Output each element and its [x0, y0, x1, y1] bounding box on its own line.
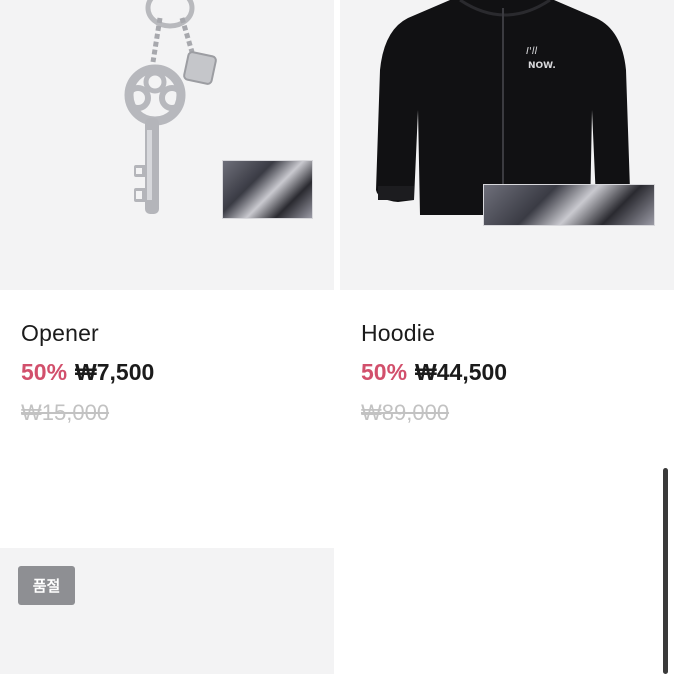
svg-text:I'll: I'll [526, 46, 537, 57]
product-card-opener[interactable]: Opener 50% ₩7,500 ₩15,000 [0, 0, 334, 425]
original-price: ₩15,000 [21, 400, 110, 425]
discount-rate: 50% [361, 359, 408, 385]
hoodie-image: I'll NOW. [376, 0, 630, 215]
product-name[interactable]: Opener [21, 320, 99, 347]
product-name[interactable]: Hoodie [361, 320, 435, 347]
product-image-soldout[interactable]: 품절 [0, 548, 334, 674]
price-row: 50% ₩7,500 [21, 359, 154, 386]
discount-rate: 50% [21, 359, 68, 385]
product-grid: Opener 50% ₩7,500 ₩15,000 I'll NOW. Hood… [0, 0, 674, 674]
price-row: 50% ₩44,500 [361, 359, 507, 386]
photocard-image [222, 160, 313, 219]
product-card-soldout[interactable]: 품절 [0, 548, 334, 674]
svg-text:NOW.: NOW. [528, 61, 556, 71]
product-image-hoodie[interactable]: I'll NOW. [340, 0, 674, 290]
sale-price: ₩7,500 [75, 359, 155, 385]
product-image-opener[interactable] [0, 0, 334, 290]
sold-out-badge: 품절 [18, 566, 75, 605]
sale-price: ₩44,500 [415, 359, 508, 385]
key-opener-image [124, 0, 217, 214]
scrollbar[interactable] [663, 468, 668, 674]
product-card-hoodie[interactable]: I'll NOW. Hoodie 50% ₩44,500 ₩89,000 [340, 0, 674, 425]
photocard-strip-image [483, 184, 655, 226]
original-price: ₩89,000 [361, 400, 450, 425]
